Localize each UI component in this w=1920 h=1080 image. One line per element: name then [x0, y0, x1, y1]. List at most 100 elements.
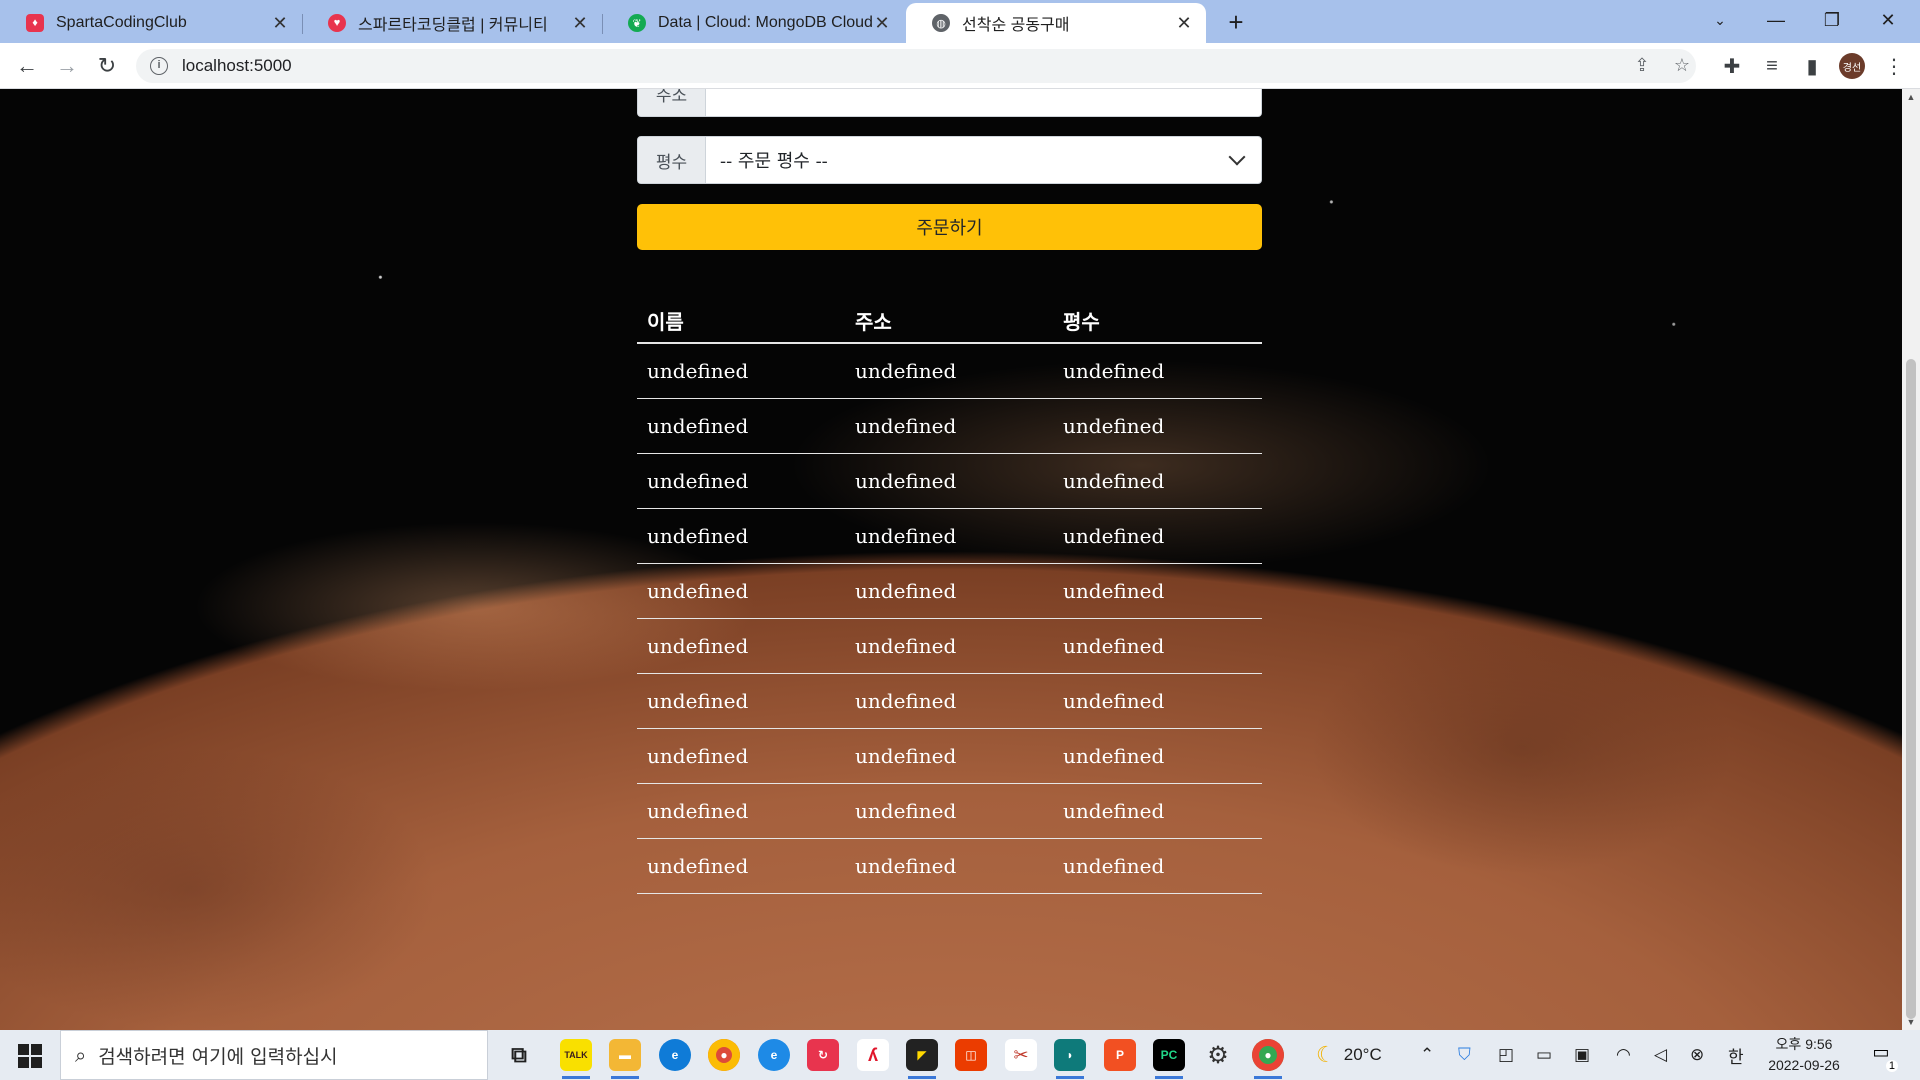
cell-address: undefined [855, 854, 957, 878]
kebab-menu-icon[interactable]: ⋮ [1878, 50, 1910, 82]
size-select[interactable]: -- 주문 평수 -- [706, 137, 1261, 183]
close-window-icon[interactable]: ✕ [1860, 0, 1916, 40]
mysql-workbench-icon[interactable]: ◗ [1054, 1039, 1086, 1079]
media-queue-icon[interactable]: ≡ [1756, 50, 1788, 82]
minimize-icon[interactable]: — [1748, 0, 1804, 40]
weather-widget[interactable]: ☾ 20°C [1316, 1030, 1382, 1080]
mute-x-icon[interactable]: ⊗ [1690, 1030, 1704, 1080]
table-row: undefined undefined undefined [637, 564, 1262, 619]
url-text: localhost:5000 [182, 56, 292, 75]
tab-title: SpartaCodingClub [56, 14, 187, 31]
cell-size: undefined [1063, 799, 1165, 823]
pycharm-icon[interactable]: PC [1153, 1039, 1185, 1079]
meet-now-icon[interactable]: ◰ [1498, 1030, 1514, 1080]
cell-name: undefined [647, 634, 749, 658]
size-label: 평수 [638, 137, 706, 183]
scroll-up-arrow-icon[interactable]: ▲ [1902, 89, 1920, 105]
back-arrow-icon[interactable]: ← [11, 50, 43, 82]
tab-mongodb-cloud[interactable]: ❦ Data | Cloud: MongoDB Cloud ✕ [602, 3, 904, 43]
file-explorer-icon[interactable]: ▬ [609, 1039, 641, 1079]
tab-spartacodingclub[interactable]: ♦ SpartaCodingClub ✕ [0, 3, 302, 43]
taskbar-search-box[interactable]: ⌕ 검색하려면 여기에 입력하십시 [60, 1030, 488, 1080]
side-panel-icon[interactable]: ▮ [1796, 50, 1828, 82]
scrollbar-thumb[interactable] [1906, 359, 1916, 1019]
notification-count: 1 [1885, 1060, 1898, 1072]
cell-address: undefined [855, 359, 957, 383]
address-input[interactable] [706, 89, 1261, 116]
site-info-icon[interactable]: i [150, 57, 168, 75]
tab-title: Data | Cloud: MongoDB Cloud [658, 14, 872, 31]
bookmark-star-icon[interactable]: ☆ [1668, 51, 1696, 79]
order-button[interactable]: 주문하기 [637, 204, 1262, 250]
acrobat-icon[interactable]: ʎ [857, 1039, 889, 1071]
task-view-icon[interactable]: ⧉ [503, 1039, 535, 1071]
close-tab-icon[interactable]: ✕ [872, 13, 892, 34]
share-icon[interactable]: ⇪ [1628, 51, 1656, 79]
cell-name: undefined [647, 359, 749, 383]
cell-address: undefined [855, 524, 957, 548]
kakaotalk-icon[interactable]: TALK [560, 1039, 592, 1079]
chrome-icon[interactable]: ● [1252, 1039, 1284, 1079]
defender-shield-icon[interactable]: ⛉ [1458, 1030, 1471, 1080]
cell-name: undefined [647, 579, 749, 603]
cell-name: undefined [647, 744, 749, 768]
ime-indicator[interactable]: 한 [1728, 1030, 1744, 1080]
cell-name: undefined [647, 469, 749, 493]
cell-size: undefined [1063, 579, 1165, 603]
volume-icon[interactable]: ◁ [1654, 1030, 1667, 1080]
settings-gear-icon[interactable]: ⚙ [1202, 1039, 1234, 1071]
table-row: undefined undefined undefined [637, 839, 1262, 894]
tab-sparta-community[interactable]: ♥ 스파르타코딩클럽 | 커뮤니티 ✕ [302, 3, 602, 43]
display-icon[interactable]: ▣ [1574, 1030, 1590, 1080]
edge-icon[interactable]: e [659, 1039, 691, 1071]
close-tab-icon[interactable]: ✕ [270, 13, 290, 34]
close-tab-icon[interactable]: ✕ [1174, 13, 1194, 34]
office-icon[interactable]: ◫ [955, 1039, 987, 1071]
page-viewport: 주소 평수 -- 주문 평수 -- 주문하기 이름 주소 평수 undefine… [0, 89, 1902, 1030]
cell-address: undefined [855, 634, 957, 658]
windows-start-icon[interactable] [10, 1040, 50, 1070]
tray-chevron-up-icon[interactable]: ⌃ [1420, 1030, 1434, 1080]
heart-favicon-icon: ♥ [328, 14, 346, 32]
scroll-down-arrow-icon[interactable]: ▼ [1902, 1014, 1920, 1030]
extensions-puzzle-icon[interactable]: ✚ [1716, 50, 1748, 82]
wifi-icon[interactable]: ◠ [1616, 1030, 1631, 1080]
cell-address: undefined [855, 469, 957, 493]
new-tab-button[interactable]: + [1222, 8, 1250, 36]
address-bar[interactable]: i localhost:5000 [136, 49, 1696, 83]
sync-app-icon[interactable]: ↻ [807, 1039, 839, 1071]
sticky-notes-icon[interactable]: ◤ [906, 1039, 938, 1079]
weather-temperature: 20°C [1343, 1045, 1382, 1064]
size-select-value: -- 주문 평수 -- [720, 151, 828, 172]
close-tab-icon[interactable]: ✕ [570, 13, 590, 34]
cell-name: undefined [647, 854, 749, 878]
cell-size: undefined [1063, 414, 1165, 438]
cell-address: undefined [855, 799, 957, 823]
browser-tab-strip: ♦ SpartaCodingClub ✕ ♥ 스파르타코딩클럽 | 커뮤니티 ✕… [0, 0, 1920, 43]
reload-icon[interactable]: ↻ [91, 50, 123, 82]
mongodb-leaf-icon: ❦ [628, 14, 646, 32]
battery-icon[interactable]: ▭ [1536, 1030, 1552, 1080]
profile-avatar[interactable]: 경선 [1839, 53, 1865, 79]
cell-size: undefined [1063, 744, 1165, 768]
table-row: undefined undefined undefined [637, 674, 1262, 729]
tab-search-chevron-icon[interactable]: ⌄ [1692, 0, 1748, 40]
cell-size: undefined [1063, 524, 1165, 548]
chrome-dev-icon[interactable]: ● [708, 1039, 740, 1071]
browser-toolbar: ← → ↻ i localhost:5000 ⇪ ☆ ✚ ≡ ▮ 경선 ⋮ [0, 43, 1920, 89]
restore-icon[interactable]: ❐ [1804, 0, 1860, 40]
tab-group-purchase[interactable]: ◍ 선착순 공동구매 ✕ [906, 3, 1206, 43]
header-address: 주소 [855, 310, 892, 334]
forward-arrow-icon[interactable]: → [51, 50, 83, 82]
taskbar-clock[interactable]: 오후 9:56 2022-09-26 [1760, 1034, 1848, 1076]
clock-date: 2022-09-26 [1768, 1057, 1840, 1073]
cell-size: undefined [1063, 634, 1165, 658]
tab-title: 스파르타코딩클럽 | 커뮤니티 [358, 17, 548, 34]
cell-name: undefined [647, 524, 749, 548]
powerpoint-icon[interactable]: P [1104, 1039, 1136, 1071]
internet-explorer-icon[interactable]: e [758, 1039, 790, 1071]
notification-center-icon[interactable]: ▭ 1 [1866, 1042, 1898, 1072]
address-input-group: 주소 [637, 89, 1262, 117]
snipping-tool-icon[interactable]: ✂ [1005, 1039, 1037, 1071]
page-scrollbar[interactable]: ▲ ▼ [1902, 89, 1920, 1030]
